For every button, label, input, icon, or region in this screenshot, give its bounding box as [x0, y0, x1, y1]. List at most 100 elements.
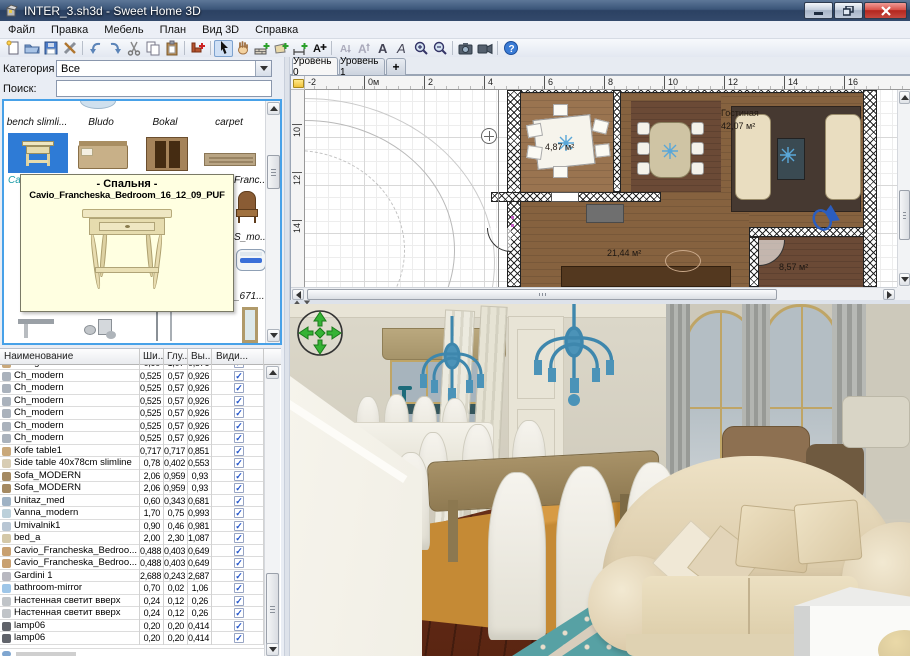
italic-button[interactable]: A	[392, 40, 411, 57]
save-button[interactable]	[41, 40, 60, 57]
visible-checkbox[interactable]: ✓	[234, 633, 244, 643]
visible-checkbox[interactable]: ✓	[234, 458, 244, 468]
minimize-button[interactable]	[804, 2, 833, 19]
visible-checkbox[interactable]: ✓	[234, 408, 244, 418]
scroll-down-arrow[interactable]	[266, 643, 279, 656]
table-row[interactable]: Unitaz_med0,600,3430,681✓	[0, 495, 264, 508]
add-furniture-button[interactable]	[188, 40, 207, 57]
plan-chair[interactable]	[526, 145, 543, 160]
plan-chair[interactable]	[691, 122, 704, 135]
visible-checkbox[interactable]: ✓	[234, 608, 244, 618]
visible-checkbox[interactable]: ✓	[234, 396, 244, 406]
catalog-item-bathtub[interactable]	[236, 249, 266, 271]
wall[interactable]	[507, 90, 521, 193]
table-row[interactable]: Ch_modern0,5250,570,926✓	[0, 382, 264, 395]
scroll-left-arrow[interactable]	[292, 289, 304, 300]
catalog-item-label[interactable]: Bludo	[70, 117, 132, 128]
table-row[interactable]: Gardini 12,6880,2432,687✓	[0, 570, 264, 583]
open-button[interactable]	[22, 40, 41, 57]
help-button[interactable]: ?	[501, 40, 520, 57]
paste-button[interactable]	[162, 40, 181, 57]
column-header-visible[interactable]: Види...	[212, 349, 264, 365]
table-row[interactable]: Ch_modern0,5250,570,926✓	[0, 407, 264, 420]
plan-chair[interactable]	[553, 166, 568, 178]
visible-checkbox[interactable]: ✓	[234, 558, 244, 568]
table-row[interactable]: Sofa_MODERN2,060,9590,93✓	[0, 470, 264, 483]
table-row[interactable]: Настенная светит вверх0,240,120,26✓	[0, 595, 264, 608]
scroll-thumb[interactable]	[307, 289, 777, 300]
wall[interactable]	[613, 90, 621, 192]
table-row[interactable]: Ch_modern0,5250,570,926✓	[0, 420, 264, 433]
catalog-item-bed[interactable]	[78, 145, 128, 169]
visible-checkbox[interactable]: ✓	[234, 508, 244, 518]
furniture-catalog[interactable]: bench slimli... Bludo Bokal carpet	[2, 99, 282, 345]
cut-button[interactable]	[124, 40, 143, 57]
table-row[interactable]: Kofe table10,7170,7170,851✓	[0, 445, 264, 458]
restore-button[interactable]	[834, 2, 863, 19]
visible-checkbox[interactable]: ✓	[234, 533, 244, 543]
decrease-text-size-button[interactable]: A	[335, 40, 354, 57]
visible-checkbox[interactable]: ✓	[234, 621, 244, 631]
create-walls-button[interactable]	[252, 40, 271, 57]
table-row[interactable]: Ch_modern0,5250,570,926✓	[0, 395, 264, 408]
scroll-thumb[interactable]	[267, 155, 280, 189]
visible-checkbox[interactable]: ✓	[234, 483, 244, 493]
bold-button[interactable]: A	[373, 40, 392, 57]
catalog-item-selected[interactable]	[8, 133, 68, 173]
catalog-item-wardrobe[interactable]	[146, 137, 188, 171]
plan-canvas[interactable]: 4,87 м² Гостиная 42,07 м² 21,44 м² 8,57 …	[305, 90, 897, 287]
scroll-down-arrow[interactable]	[899, 273, 910, 286]
scroll-up-arrow[interactable]	[266, 366, 279, 379]
wall[interactable]	[749, 237, 759, 287]
category-combobox[interactable]: Все	[56, 60, 272, 77]
visible-checkbox[interactable]: ✓	[234, 496, 244, 506]
visible-checkbox[interactable]: ✓	[234, 421, 244, 431]
catalog-scrollbar[interactable]	[265, 101, 280, 343]
catalog-item-label[interactable]: bench slimli...	[6, 117, 68, 128]
table-row[interactable]: lamp060,200,200,414✓	[0, 620, 264, 633]
table-row[interactable]: Side table 40x78cm slimline0,780,4020,55…	[0, 457, 264, 470]
scroll-down-arrow[interactable]	[267, 329, 280, 342]
furniture-list[interactable]: Наименование Ши... Глу... Вы... Види... …	[0, 348, 281, 656]
wall[interactable]	[521, 90, 867, 93]
plan-chair[interactable]	[637, 162, 650, 175]
video-button[interactable]	[475, 40, 494, 57]
plan-view[interactable]: -20м246810121416 101214	[290, 75, 910, 300]
zoom-in-button[interactable]	[411, 40, 430, 57]
visible-checkbox[interactable]: ✓	[234, 596, 244, 606]
level-icon[interactable]	[293, 79, 304, 88]
visible-checkbox[interactable]: ✓	[234, 521, 244, 531]
redo-button[interactable]	[105, 40, 124, 57]
scroll-thumb[interactable]	[266, 573, 279, 645]
ceiling-light-icon[interactable]	[661, 142, 679, 160]
plan-vscrollbar[interactable]	[897, 90, 910, 287]
table-row[interactable]: Настенная светит вверх0,240,120,26✓	[0, 607, 264, 620]
menu-3dview[interactable]: Вид 3D	[194, 23, 247, 37]
menu-edit[interactable]: Правка	[43, 23, 96, 37]
create-rooms-button[interactable]	[271, 40, 290, 57]
new-document-button[interactable]	[3, 40, 22, 57]
catalog-item-label[interactable]: carpet	[198, 117, 260, 128]
menu-furniture[interactable]: Мебель	[96, 23, 151, 37]
plan-sofa[interactable]	[825, 114, 861, 200]
column-header-width[interactable]: Ши...	[140, 349, 164, 365]
catalog-item-chair[interactable]	[236, 191, 260, 223]
scroll-thumb[interactable]	[899, 190, 910, 240]
catalog-item-accessories[interactable]	[84, 315, 118, 339]
3d-navigation-control[interactable]	[295, 308, 345, 358]
catalog-item-hanging[interactable]	[156, 307, 158, 341]
plan-cabinet[interactable]	[586, 204, 624, 223]
scroll-up-arrow[interactable]	[267, 102, 280, 115]
menu-help[interactable]: Справка	[247, 23, 306, 37]
titlebar[interactable]: INTER_3.sh3d - Sweet Home 3D	[0, 0, 910, 21]
column-header-depth[interactable]: Глу...	[164, 349, 188, 365]
plan-chair[interactable]	[691, 162, 704, 175]
catalog-item-mirror[interactable]	[242, 307, 258, 343]
plan-hscrollbar[interactable]	[291, 287, 897, 301]
menu-file[interactable]: Файл	[0, 23, 43, 37]
table-row[interactable]: Cavio_Francheska_Bedroo...0,4880,4030,64…	[0, 545, 264, 558]
visible-checkbox[interactable]: ✓	[234, 371, 244, 381]
menu-plan[interactable]: План	[152, 23, 195, 37]
add-level-tab[interactable]: +	[386, 58, 406, 75]
create-dimensions-button[interactable]	[290, 40, 309, 57]
